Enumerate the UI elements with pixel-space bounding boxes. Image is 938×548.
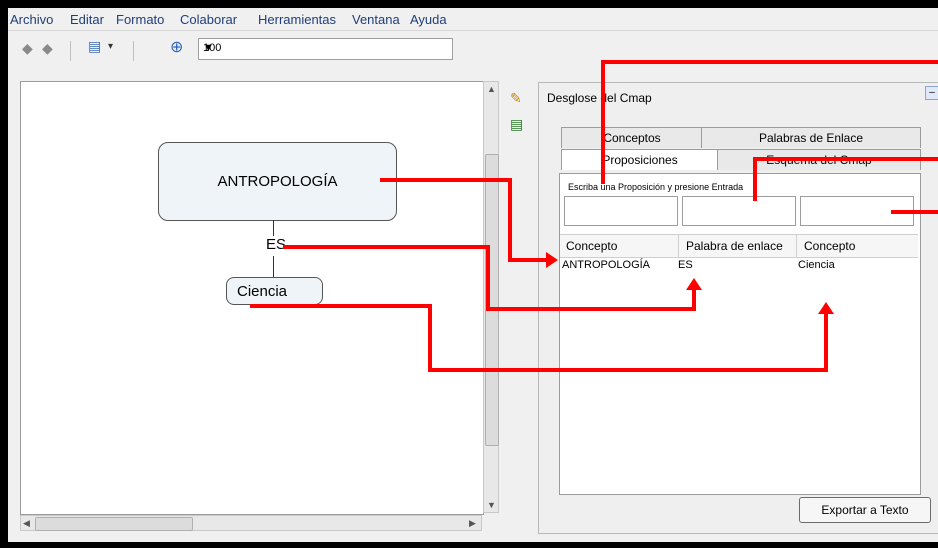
annotation-line	[508, 178, 512, 262]
annotation-line	[692, 290, 696, 311]
scroll-thumb[interactable]	[35, 517, 193, 531]
chevron-down-icon[interactable]: ▾	[108, 41, 113, 52]
panel-title: Desglose del Cmap	[547, 91, 652, 105]
cell-linking-phrase: ES	[678, 259, 693, 271]
proposiciones-panel: Escriba una Proposición y presione Entra…	[559, 173, 921, 495]
concept-input-1[interactable]	[564, 196, 678, 226]
annotation-line	[601, 60, 605, 184]
menu-archivo[interactable]: Archivo	[10, 12, 53, 27]
tab-conceptos[interactable]: Conceptos	[561, 127, 703, 148]
scroll-down-icon[interactable]: ▼	[487, 500, 496, 510]
annotation-line	[824, 314, 828, 372]
horizontal-scrollbar[interactable]: ◀ ▶	[20, 515, 482, 531]
forward-arrow-icon[interactable]: ◆	[42, 40, 53, 57]
annotation-line	[428, 368, 828, 372]
toolbar-separator	[70, 41, 71, 61]
tab-proposiciones[interactable]: Proposiciones	[561, 149, 719, 170]
annotation-line	[753, 157, 938, 161]
annotation-line	[508, 258, 548, 262]
scroll-left-icon[interactable]: ◀	[23, 518, 30, 529]
back-arrow-icon[interactable]: ◆	[22, 40, 33, 57]
annotation-arrowhead	[686, 278, 702, 290]
menu-colaborar[interactable]: Colaborar	[180, 12, 237, 27]
concept-node-main[interactable]: ANTROPOLOGÍA	[158, 142, 397, 221]
cmap-canvas[interactable]: ANTROPOLOGÍA ES Ciencia	[20, 81, 484, 515]
outline-icon[interactable]: ▤	[510, 116, 523, 133]
app-window: Archivo Editar Formato Colaborar Herrami…	[8, 8, 938, 542]
annotation-arrowhead	[546, 252, 558, 268]
connector-line	[273, 220, 274, 236]
annotation-line	[753, 157, 757, 201]
scroll-up-icon[interactable]: ▲	[487, 84, 496, 94]
scroll-right-icon[interactable]: ▶	[469, 518, 476, 529]
linking-input[interactable]	[682, 196, 796, 226]
table-row[interactable]: ANTROPOLOGÍA ES Ciencia	[560, 258, 918, 276]
toolbar-separator	[133, 41, 134, 61]
annotation-line	[601, 60, 938, 64]
view-options-icon[interactable]: ▤	[88, 38, 101, 55]
annotation-arrowhead	[818, 302, 834, 314]
column-separator	[796, 235, 797, 257]
minimize-icon[interactable]: –	[925, 86, 938, 100]
menu-bar: Archivo Editar Formato Colaborar Herrami…	[8, 8, 938, 31]
annotation-line	[250, 304, 432, 308]
menu-herramientas[interactable]: Herramientas	[258, 12, 336, 27]
annotation-line	[891, 210, 938, 214]
header-palabra-enlace[interactable]: Palabra de enlace	[686, 239, 783, 253]
export-text-button[interactable]: Exportar a Texto	[799, 497, 931, 523]
annotation-line	[283, 245, 490, 249]
table-header: Concepto Palabra de enlace Concepto	[560, 234, 918, 258]
header-concepto-1[interactable]: Concepto	[566, 239, 617, 253]
concept-node-sub[interactable]: Ciencia	[226, 277, 323, 305]
menu-formato[interactable]: Formato	[116, 12, 164, 27]
brush-icon[interactable]: ✎	[510, 90, 522, 107]
annotation-line	[380, 178, 512, 182]
zoom-in-icon[interactable]: ⊕	[170, 37, 183, 57]
connector-line	[273, 256, 274, 277]
tab-palabras-enlace[interactable]: Palabras de Enlace	[701, 127, 921, 148]
column-separator	[678, 235, 679, 257]
menu-ayuda[interactable]: Ayuda	[410, 12, 447, 27]
header-concepto-2[interactable]: Concepto	[804, 239, 855, 253]
chevron-down-icon[interactable]: ▼	[203, 42, 446, 54]
cell-concept-2: Ciencia	[798, 259, 835, 271]
zoom-select[interactable]: 100 ▼	[198, 38, 453, 60]
menu-editar[interactable]: Editar	[70, 12, 104, 27]
menu-ventana[interactable]: Ventana	[352, 12, 400, 27]
annotation-line	[428, 304, 432, 372]
annotation-line	[486, 245, 490, 311]
cell-concept-1: ANTROPOLOGÍA	[562, 259, 651, 271]
annotation-line	[486, 307, 696, 311]
proposition-prompt: Escriba una Proposición y presione Entra…	[568, 182, 744, 192]
